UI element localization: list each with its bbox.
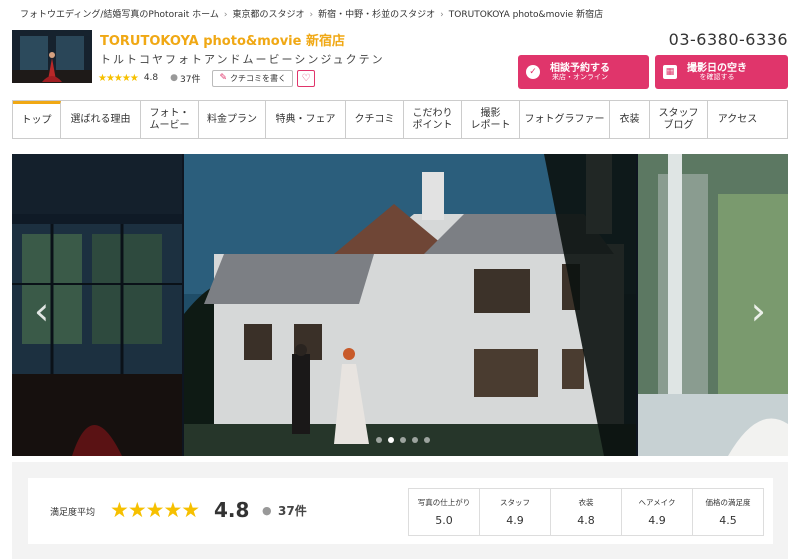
- tab-price-plan[interactable]: 料金プラン: [199, 101, 266, 138]
- tab-photographers[interactable]: フォトグラファー: [520, 101, 610, 138]
- breadcrumb: フォトウエディング/結婚写真のPhotorait ホーム › 東京都のスタジオ › 新宿…: [20, 7, 603, 20]
- calendar-icon: ▦: [663, 65, 677, 79]
- category-scores: 写真の仕上がり 5.0 スタッフ 4.9 衣装 4.8 ヘアメイク 4.9 価格…: [408, 488, 764, 536]
- rating-summary-card: 満足度平均 ★★★★★ 4.8 ● 37件 写真の仕上がり 5.0 スタッフ 4…: [28, 478, 773, 544]
- score-label: スタッフ: [500, 498, 530, 507]
- breadcrumb-current: TORUTOKOYA photo&movie 新宿店: [448, 10, 604, 20]
- consultation-reserve-button[interactable]: ✓ 相談予約する 来店・オンライン: [518, 55, 649, 89]
- heart-icon: ♡: [301, 72, 311, 84]
- tab-shoot-report[interactable]: 撮影 レポート: [462, 101, 520, 138]
- score-costume: 衣装 4.8: [551, 489, 622, 535]
- shop-nav-tabs: トップ 選ばれる理由 フォト・ ムービー 料金プラン 特典・フェア クチコミ こ…: [12, 100, 788, 139]
- rating-value: 4.8: [143, 73, 159, 83]
- tab-photo-movie[interactable]: フォト・ ムービー: [141, 101, 199, 138]
- write-review-label: クチコミを書く: [230, 73, 287, 83]
- cta-sub-label: を確認する: [699, 72, 735, 81]
- star-rating-icon: ★★★★★: [98, 72, 139, 84]
- check-availability-button[interactable]: ▦ 撮影日の空き を確認する: [655, 55, 788, 89]
- score-label: 価格の満足度: [705, 498, 751, 507]
- carousel-pagination: [376, 437, 430, 443]
- comment-icon: ●: [170, 73, 179, 83]
- score-staff: スタッフ 4.9: [480, 489, 551, 535]
- score-label: ヘアメイク: [638, 498, 676, 507]
- shop-thumbnail: [12, 30, 92, 83]
- shop-name-kana: トルトコヤフォトアンドムービーシンジュクテン: [100, 53, 385, 66]
- score-photo-quality: 写真の仕上がり 5.0: [409, 489, 480, 535]
- favorite-heart-button[interactable]: ♡: [297, 69, 316, 87]
- tab-costumes[interactable]: 衣装: [610, 101, 650, 138]
- carousel-prev-arrow-icon[interactable]: ‹: [34, 289, 49, 333]
- review-count[interactable]: 37件: [278, 502, 307, 519]
- carousel-dot-active[interactable]: [388, 437, 394, 443]
- write-review-button[interactable]: ✎ クチコミを書く: [212, 69, 294, 87]
- score-value: 5.0: [435, 514, 453, 527]
- tab-benefits-fair[interactable]: 特典・フェア: [266, 101, 346, 138]
- breadcrumb-separator: ›: [309, 10, 314, 20]
- cta-sub-label: 来店・オンライン: [552, 72, 608, 81]
- tab-access[interactable]: アクセス: [708, 101, 767, 138]
- score-value: 4.8: [577, 514, 595, 527]
- tab-staff-blog[interactable]: スタッフ ブログ: [650, 101, 708, 138]
- pencil-icon: ✎: [219, 73, 228, 83]
- breadcrumb-separator: ›: [440, 10, 444, 20]
- breadcrumb-home[interactable]: フォトウエディング/結婚写真のPhotorait ホーム: [20, 10, 219, 20]
- star-rating-icon: ★★★★★: [110, 498, 200, 522]
- tab-features[interactable]: こだわり ポイント: [404, 101, 462, 138]
- carousel-dot[interactable]: [376, 437, 382, 443]
- tab-top[interactable]: トップ: [13, 101, 61, 138]
- review-count[interactable]: 37件: [180, 72, 200, 85]
- phone-number[interactable]: 03-6380-6336: [669, 30, 788, 49]
- carousel-dot[interactable]: [412, 437, 418, 443]
- shop-header: TORUTOKOYA photo&movie 新宿店 トルトコヤフォトアンドムー…: [12, 30, 788, 90]
- score-label: 写真の仕上がり: [417, 498, 471, 507]
- breadcrumb-prefecture[interactable]: 東京都のスタジオ: [233, 10, 305, 20]
- score-value: 4.9: [506, 514, 524, 527]
- average-rating-value: 4.8: [214, 498, 250, 522]
- score-value: 4.5: [719, 514, 737, 527]
- comment-icon: ●: [262, 504, 272, 517]
- score-hair-makeup: ヘアメイク 4.9: [622, 489, 693, 535]
- satisfaction-label: 満足度平均: [50, 508, 96, 518]
- shop-name: TORUTOKOYA photo&movie 新宿店: [100, 34, 345, 49]
- breadcrumb-separator: ›: [223, 10, 228, 20]
- cta-main-label: 撮影日の空き: [687, 62, 747, 74]
- carousel-dot[interactable]: [400, 437, 406, 443]
- carousel-next-arrow-icon[interactable]: ›: [751, 289, 766, 333]
- tab-reasons[interactable]: 選ばれる理由: [61, 101, 141, 138]
- breadcrumb-area[interactable]: 新宿・中野・杉並のスタジオ: [318, 10, 435, 20]
- cta-main-label: 相談予約する: [550, 62, 610, 74]
- photo-carousel[interactable]: ‹ ›: [12, 154, 788, 456]
- check-icon: ✓: [526, 65, 540, 79]
- carousel-slide-current: [184, 154, 636, 456]
- score-price-satisfaction: 価格の満足度 4.5: [693, 489, 763, 535]
- tab-reviews[interactable]: クチコミ: [346, 101, 404, 138]
- score-value: 4.9: [648, 514, 666, 527]
- score-label: 衣装: [578, 498, 594, 507]
- carousel-dot[interactable]: [424, 437, 430, 443]
- rating-row: ★★★★★ 4.8 ● 37件 ✎ クチコミを書く ♡: [98, 69, 316, 87]
